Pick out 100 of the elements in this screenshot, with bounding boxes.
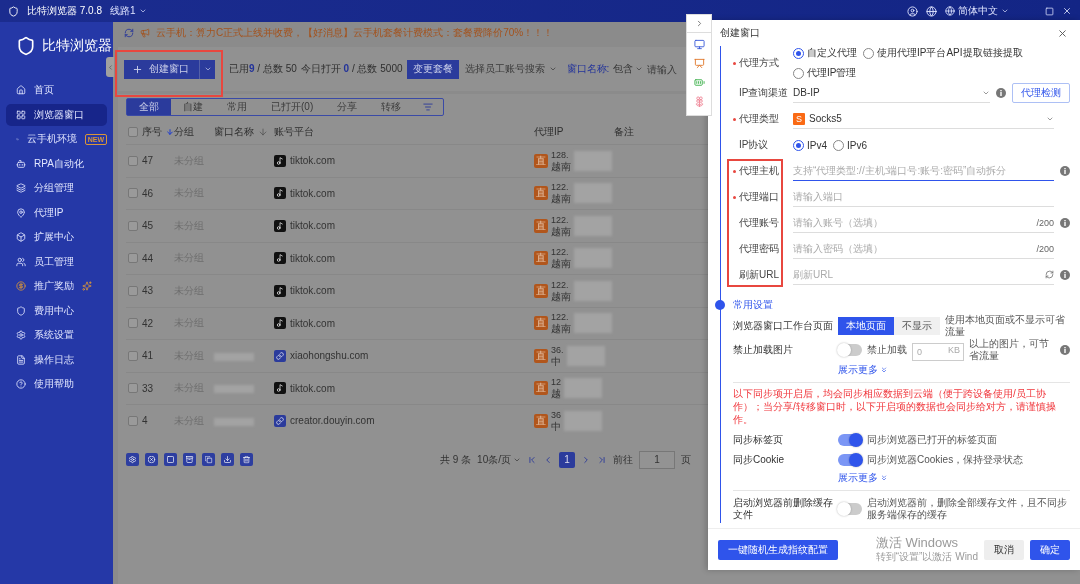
confirm-button[interactable]: 确定 <box>1030 539 1070 560</box>
checkbox[interactable] <box>128 285 138 296</box>
search-field[interactable]: 请输入 <box>647 63 682 75</box>
archive-icon[interactable] <box>183 453 196 466</box>
language-select[interactable]: 简体中文 <box>945 4 1009 18</box>
checkbox[interactable] <box>128 383 138 394</box>
toggle-switch[interactable] <box>838 503 862 515</box>
last-page-icon[interactable] <box>597 454 607 465</box>
nav-item[interactable]: 使用帮助 <box>6 373 107 395</box>
caret-icon <box>203 65 212 73</box>
nav-item[interactable]: 推广奖励 <box>6 275 107 297</box>
checkbox[interactable] <box>128 350 138 361</box>
radio-option[interactable]: 自定义代理 <box>793 46 857 60</box>
copy-icon[interactable] <box>202 453 215 466</box>
trash-icon[interactable] <box>240 453 253 466</box>
close-icon[interactable] <box>1057 27 1068 39</box>
close-circle-icon[interactable] <box>145 453 158 466</box>
match-select[interactable]: 包含 <box>613 62 644 76</box>
table-cell: tiktok.com <box>290 220 335 232</box>
nav-item[interactable]: 代理IP <box>6 201 107 224</box>
table-cell-text: 45 <box>142 220 155 232</box>
close-icon[interactable] <box>1062 6 1072 16</box>
nav-item[interactable]: 员工管理 <box>6 250 107 273</box>
download-icon[interactable] <box>221 453 234 466</box>
checkbox[interactable] <box>128 253 138 264</box>
checkbox[interactable] <box>128 220 138 231</box>
toggle-switch[interactable] <box>838 434 862 446</box>
checkbox[interactable] <box>128 415 138 426</box>
nav-item[interactable]: 浏览器窗口 <box>6 103 107 126</box>
staff-select[interactable]: 选择员工账号搜索 <box>462 59 559 79</box>
proxy-badge: 直 <box>534 251 548 266</box>
battery-icon[interactable] <box>693 77 705 88</box>
setting-hint: 以上的图片，可节省流量 <box>969 338 1050 362</box>
table-cell: tiktok.com <box>290 187 335 199</box>
show-more-link[interactable]: 展示更多 <box>838 470 888 486</box>
user-icon[interactable] <box>907 5 918 17</box>
sort-arrow-icon[interactable] <box>258 127 268 137</box>
setting-label: 禁止加载图片 <box>733 344 794 356</box>
proxy-badge: 直 <box>534 218 548 233</box>
settings-icon[interactable] <box>126 453 139 466</box>
dropdown-button[interactable] <box>199 59 215 79</box>
radio-option[interactable]: 代理IP管理 <box>793 66 857 80</box>
proxy-badge: 直 <box>534 283 548 298</box>
character-counter: /200 <box>1036 217 1054 228</box>
page-size-select[interactable]: 10条/页 <box>477 452 521 467</box>
input-field[interactable]: 支持“代理类型://主机:端口号:账号:密码”自动拆分 <box>793 161 1054 181</box>
next-page-icon[interactable] <box>581 454 591 465</box>
nav-item[interactable]: 分组管理 <box>6 177 107 199</box>
random-fingerprint-button[interactable]: 一键随机生成指纹配置 <box>718 539 838 560</box>
previous-page-icon[interactable] <box>543 454 553 465</box>
field-label: 代理密码 <box>738 242 780 256</box>
presentation-icon[interactable] <box>693 58 705 69</box>
filter-tab[interactable]: 已打开(0) <box>259 99 326 115</box>
checkbox[interactable] <box>128 188 138 199</box>
route-select[interactable]: 线路1 <box>110 4 147 18</box>
nav-item[interactable]: 系统设置 <box>6 324 107 346</box>
nav-item[interactable]: 扩展中心 <box>6 226 107 248</box>
checkbox[interactable] <box>128 318 138 329</box>
radio-option[interactable]: 使用代理IP平台API提取链接提取 <box>863 46 1023 60</box>
toggle-switch[interactable] <box>838 344 862 356</box>
column-header: 窗口名称 <box>214 125 254 139</box>
toggle-switch[interactable] <box>838 454 862 466</box>
filter-tab[interactable]: 自建 <box>171 99 215 115</box>
nav-item[interactable]: 费用中心 <box>6 299 107 322</box>
segment-option[interactable]: 本地页面 <box>838 317 894 335</box>
create-window-button[interactable]: 创建窗口 <box>124 59 199 79</box>
collapse-handle[interactable] <box>106 57 114 77</box>
select-field[interactable]: S Socks5 <box>793 109 1054 129</box>
page-input[interactable]: 1 <box>639 450 675 469</box>
character-counter: /200 <box>1036 243 1054 254</box>
filter-tab[interactable]: 常用 <box>215 99 259 115</box>
nav-item[interactable]: RPA自动化 <box>6 152 107 175</box>
cancel-button[interactable]: 取消 <box>984 539 1024 560</box>
flower-icon[interactable] <box>693 96 705 107</box>
filter-tab[interactable]: 分享 <box>325 99 370 115</box>
refresh-icon[interactable] <box>124 28 134 38</box>
filter-tab[interactable]: 转移 <box>369 99 414 115</box>
sort-arrow-icon[interactable] <box>166 127 174 137</box>
square-icon[interactable] <box>164 453 177 466</box>
monitor-icon[interactable] <box>693 39 705 50</box>
region-text: 中 <box>551 420 561 432</box>
checkbox[interactable] <box>128 127 138 137</box>
detect-button[interactable]: 代理检测 <box>1012 83 1070 103</box>
sparkle-icon <box>82 281 92 291</box>
brand-name: 比特浏览器 <box>42 37 112 55</box>
segment-option[interactable]: 不显示 <box>894 317 940 335</box>
change-plan-button[interactable]: 变更套餐 <box>406 59 459 79</box>
maximize-icon[interactable] <box>1045 6 1054 16</box>
nav-item[interactable]: 操作日志 <box>6 348 107 371</box>
first-page-icon[interactable] <box>527 454 537 465</box>
filter-tab[interactable]: 全部 <box>127 99 171 115</box>
globe-icon[interactable] <box>926 5 937 17</box>
region-text: 越南 <box>551 193 571 205</box>
refresh-icon[interactable] <box>1045 270 1054 279</box>
page-button[interactable]: 1 <box>559 451 575 468</box>
select-field[interactable]: DB-IP <box>793 83 990 103</box>
caret-icon <box>1001 7 1009 15</box>
sort-icon[interactable] <box>423 102 434 112</box>
checkbox[interactable] <box>128 155 138 166</box>
nav-item[interactable]: 首页 <box>6 79 107 101</box>
